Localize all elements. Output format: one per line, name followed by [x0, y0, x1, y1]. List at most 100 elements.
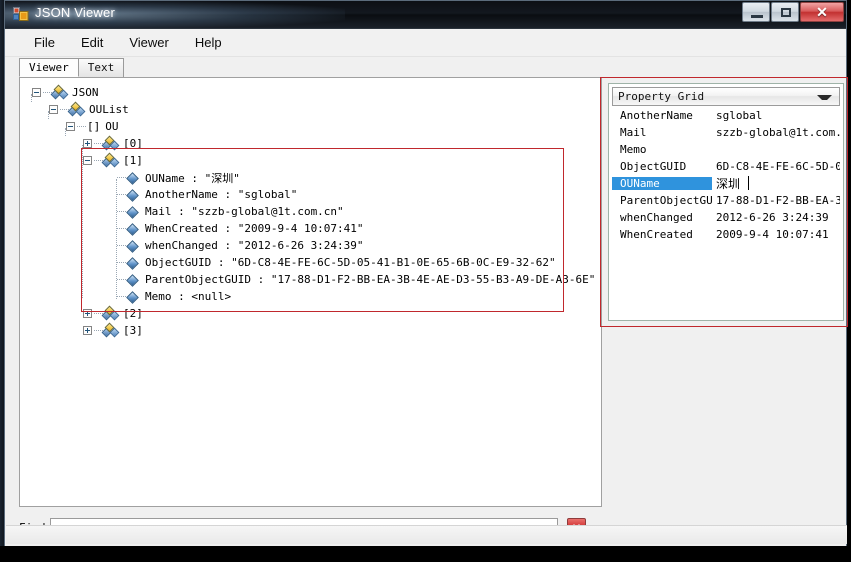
tree-node-label: [2] [123, 307, 143, 320]
close-button[interactable]: ✕ [800, 2, 844, 22]
maximize-icon [781, 8, 791, 17]
tree-leaf-label: ParentObjectGUID : "17-88-D1-F2-BB-EA-3B… [145, 273, 596, 286]
expander-collapse-icon[interactable] [32, 88, 41, 97]
json-property-icon [126, 188, 140, 202]
tree-leaf-whenchanged[interactable]: whenChanged : "2012-6-26 3:24:39" [26, 237, 601, 254]
tree-connector [117, 227, 126, 230]
tree-leaf-memo[interactable]: Memo : <null> [26, 288, 601, 305]
tree-leaf-whencreated[interactable]: WhenCreated : "2009-9-4 10:07:41" [26, 220, 601, 237]
property-grid-header[interactable]: Property Grid [612, 87, 840, 106]
property-row-mail[interactable]: Mail szzb-global@1t.com.c [612, 124, 840, 141]
minimize-button[interactable] [742, 2, 770, 22]
property-row-parentobjectguid[interactable]: ParentObjectGUI 17-88-D1-F2-BB-EA-3B [612, 192, 840, 209]
expander-expand-icon[interactable] [83, 326, 92, 335]
expander-expand-icon[interactable] [83, 139, 92, 148]
tree-node-oulist[interactable]: OUList [26, 101, 601, 118]
json-object-icon [101, 305, 120, 321]
json-tree-panel[interactable]: JSON OUList [] OU [0] [1] OUName: "深圳" … [19, 77, 602, 507]
tree-node-label: [3] [123, 324, 143, 337]
property-grid-title: Property Grid [618, 90, 705, 103]
property-name: WhenCreated [620, 228, 693, 241]
menu-item-file[interactable]: File [21, 32, 68, 53]
tab-viewer[interactable]: Viewer [19, 58, 79, 77]
tree-node-item-1[interactable]: [1] [26, 152, 601, 169]
screen: JSON Viewer ✕ File Edit Viewer Help View… [0, 0, 851, 562]
tree-leaf-label: WhenCreated : "2009-9-4 10:07:41" [145, 222, 364, 235]
tree-node-item-0[interactable]: [0] [26, 135, 601, 152]
tree-leaf-anothername[interactable]: AnotherName : "sglobal" [26, 186, 601, 203]
desktop-background-bottom [0, 546, 851, 562]
tree-node-label: [1] [123, 154, 143, 167]
json-object-icon [101, 135, 120, 151]
tree-leaf-label: Memo : <null> [145, 290, 232, 303]
tree-leaf-label: Mail : "szzb-global@1t.com.cn" [145, 205, 344, 218]
window-title: JSON Viewer [35, 5, 115, 20]
property-row-ouname[interactable]: OUName 深圳 [612, 175, 840, 192]
property-value[interactable]: 17-88-D1-F2-BB-EA-3B [712, 194, 840, 207]
tree-node-label: [0] [123, 137, 143, 150]
title-bar[interactable]: JSON Viewer ✕ [5, 1, 846, 29]
property-value-editor[interactable]: 深圳 [712, 175, 840, 192]
property-value[interactable]: 2009-9-4 10:07:41 [712, 228, 840, 241]
json-property-icon [126, 273, 140, 287]
menu-bar: File Edit Viewer Help [5, 29, 846, 57]
json-property-icon [126, 222, 140, 236]
property-row-anothername[interactable]: AnotherName sglobal [612, 107, 840, 124]
json-property-icon [126, 205, 140, 219]
tree-leaf-ouname[interactable]: OUName : "深圳" [26, 169, 601, 186]
app-icon [13, 7, 29, 21]
menu-item-viewer[interactable]: Viewer [116, 32, 182, 53]
tree-connector [117, 261, 126, 264]
property-name: ParentObjectGUI [620, 194, 712, 207]
tree-leaf-objectguid[interactable]: ObjectGUID : "6D-C8-4E-FE-6C-5D-05-41-B1… [26, 254, 601, 271]
tree-leaf-label: ObjectGUID : "6D-C8-4E-FE-6C-5D-05-41-B1… [145, 256, 556, 269]
menu-item-edit[interactable]: Edit [68, 32, 116, 53]
property-grid-panel[interactable]: Property Grid AnotherName sglobal Mail s… [608, 83, 844, 321]
property-row-objectguid[interactable]: ObjectGUID 6D-C8-4E-FE-6C-5D-05 [612, 158, 840, 175]
property-name: OUName [612, 177, 712, 190]
tree-node-json[interactable]: JSON [26, 84, 601, 101]
property-value[interactable]: szzb-global@1t.com.c [712, 126, 840, 139]
expander-collapse-icon[interactable] [83, 156, 92, 165]
property-row-whenchanged[interactable]: whenChanged 2012-6-26 3:24:39 [612, 209, 840, 226]
chevron-down-icon[interactable] [817, 95, 832, 100]
tree-leaf-mail[interactable]: Mail : "szzb-global@1t.com.cn" [26, 203, 601, 220]
window-controls: ✕ [741, 2, 844, 22]
json-object-icon [67, 101, 86, 117]
close-icon: ✕ [816, 3, 828, 20]
tree-node-label: JSON [72, 86, 99, 99]
tab-text[interactable]: Text [77, 58, 125, 77]
minimize-icon [751, 15, 763, 18]
tree-leaf-label: whenChanged : "2012-6-26 3:24:39" [145, 239, 364, 252]
expander-collapse-icon[interactable] [49, 105, 58, 114]
tree-connector [77, 125, 86, 128]
expander-collapse-icon[interactable] [66, 122, 75, 131]
property-name: Mail [620, 126, 647, 139]
tree-node-item-3[interactable]: [3] [26, 322, 601, 339]
property-row-memo[interactable]: Memo [612, 141, 840, 158]
client-area: JSON OUList [] OU [0] [1] OUName: "深圳" … [5, 77, 848, 549]
property-name: whenChanged [620, 211, 693, 224]
menu-item-help[interactable]: Help [182, 32, 235, 53]
tree-node-item-2[interactable]: [2] [26, 305, 601, 322]
maximize-button[interactable] [771, 2, 799, 22]
tree-node-label: OU [105, 120, 119, 133]
json-tree: JSON OUList [] OU [0] [1] OUName: "深圳" … [20, 78, 601, 339]
json-array-icon: [] [87, 120, 101, 133]
property-row-whencreated[interactable]: WhenCreated 2009-9-4 10:07:41 [612, 226, 840, 243]
tree-leaf-label: AnotherName : "sglobal" [145, 188, 298, 201]
property-value[interactable]: 6D-C8-4E-FE-6C-5D-05 [712, 160, 840, 173]
tree-leaf-parentobjectguid[interactable]: ParentObjectGUID : "17-88-D1-F2-BB-EA-3B… [26, 271, 601, 288]
property-name: Memo [620, 143, 647, 156]
property-name: AnotherName [620, 109, 693, 122]
tree-node-label: OUList [89, 103, 129, 116]
property-value[interactable]: sglobal [712, 109, 840, 122]
property-name: ObjectGUID [620, 160, 687, 173]
json-property-icon [126, 256, 140, 270]
json-object-icon [101, 152, 120, 168]
tree-connector [117, 295, 126, 298]
expander-expand-icon[interactable] [83, 309, 92, 318]
property-value[interactable]: 2012-6-26 3:24:39 [712, 211, 840, 224]
tree-node-ou[interactable]: [] OU [26, 118, 601, 135]
json-property-icon [126, 239, 140, 253]
